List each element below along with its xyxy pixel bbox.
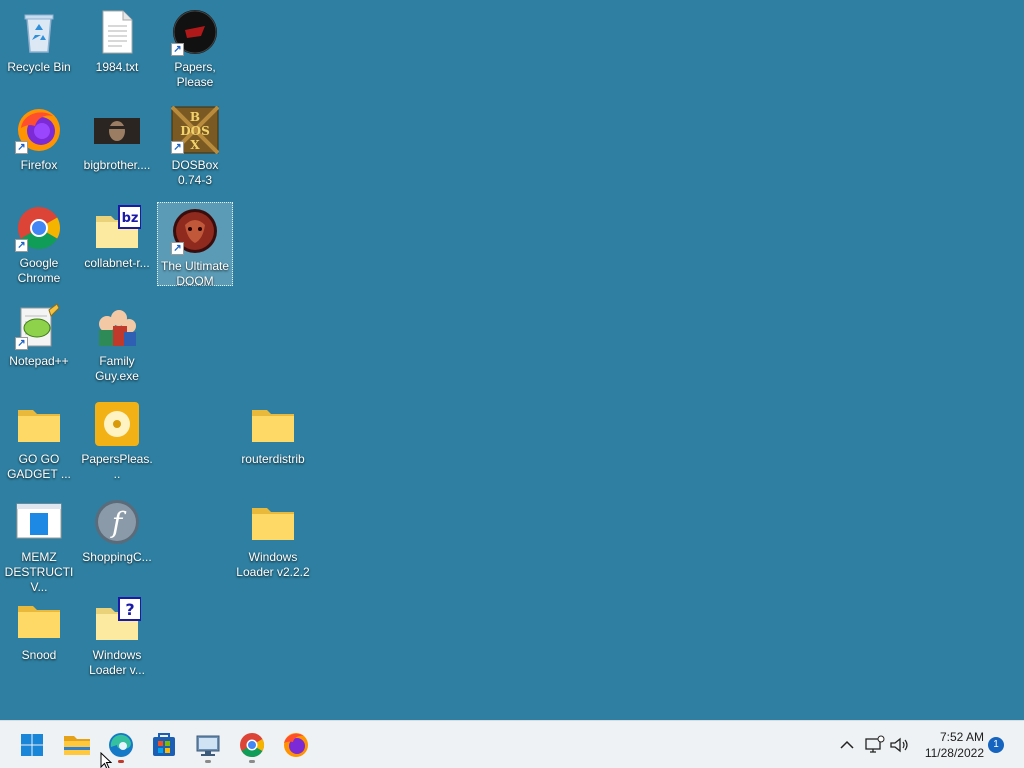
firefox-icon	[284, 733, 308, 757]
help-folder-icon: ?	[93, 596, 142, 644]
clock-date: 11/28/2022	[924, 746, 984, 760]
icon-label: Notepad++	[9, 354, 69, 368]
svg-text:DOS: DOS	[180, 124, 210, 138]
show-hidden-icons-button[interactable]	[836, 733, 858, 757]
papers-please-icon: ↗	[171, 8, 219, 56]
start-button[interactable]	[14, 727, 50, 763]
file-explorer-icon	[64, 736, 90, 755]
running-indicator	[205, 760, 211, 763]
notepadpp-icon: ↗	[15, 302, 63, 350]
memz-shortcut[interactable]: MEMZ DESTRUCTIV...	[1, 494, 77, 594]
network-button[interactable]	[863, 733, 885, 757]
papersplease-disc-image[interactable]: PapersPleas...	[79, 396, 155, 481]
chrome-icon: ↗	[15, 204, 63, 252]
windows-loader-folder-2[interactable]: ? Windows Loader v...	[79, 592, 155, 677]
collabnet-folder[interactable]: bz collabnet-r...	[79, 200, 155, 284]
chrome-shortcut[interactable]: ↗ Google Chrome	[1, 200, 77, 285]
bigbrother-image-file[interactable]: bigbrother....	[79, 102, 155, 186]
icon-label: MEMZ DESTRUCTIV...	[4, 550, 74, 594]
microsoft-store-button[interactable]	[146, 727, 182, 763]
svg-text:X: X	[190, 138, 200, 152]
notification-badge[interactable]: 1	[988, 737, 1004, 753]
svg-text:B: B	[190, 110, 200, 124]
family-guy-exe[interactable]: Family Guy.exe	[79, 298, 155, 383]
notepadpp-shortcut[interactable]: ↗ Notepad++	[1, 298, 77, 382]
mouse-cursor-icon	[100, 752, 112, 768]
windows-start-icon	[21, 734, 43, 756]
taskbar: 7:52 AM 11/28/2022 1	[0, 720, 1024, 768]
folder-icon	[249, 400, 297, 448]
ultimate-doom-shortcut[interactable]: ↗ The Ultimate DOOM	[157, 202, 233, 288]
family-guy-icon	[93, 302, 141, 350]
icon-label: Firefox	[20, 158, 58, 172]
running-indicator	[118, 760, 124, 763]
running-indicator	[249, 760, 255, 763]
icon-label: DOSBox 0.74-3	[171, 158, 219, 187]
papers-please-shortcut[interactable]: ↗ Papers, Please	[157, 4, 233, 89]
file-explorer-button[interactable]	[59, 727, 95, 763]
dosbox-icon: B DOS X ↗	[170, 105, 220, 155]
icon-label: Recycle Bin	[7, 60, 71, 74]
network-icon	[865, 735, 885, 753]
remote-desktop-icon	[196, 735, 220, 756]
icon-label: ShoppingC...	[82, 550, 152, 564]
icon-label: Papers, Please	[174, 60, 216, 89]
archive-folder-icon: bz	[93, 204, 142, 252]
folder-icon	[15, 400, 63, 448]
folder-icon	[15, 596, 63, 644]
icon-label: Windows Loader v2.2.2	[236, 550, 310, 579]
firefox-icon: ↗	[15, 106, 63, 154]
clock-time: 7:52 AM	[939, 730, 984, 744]
svg-text:bz: bz	[122, 211, 139, 226]
shopping-flash-file[interactable]: f ShoppingC...	[79, 494, 155, 578]
executable-icon	[15, 498, 63, 546]
icon-label: Snood	[21, 648, 57, 662]
icon-label: Family Guy.exe	[95, 354, 139, 383]
svg-text:?: ?	[125, 600, 134, 619]
dosbox-shortcut[interactable]: B DOS X ↗ DOSBox 0.74-3	[157, 102, 233, 187]
icon-label: PapersPleas...	[81, 452, 153, 481]
icon-label: 1984.txt	[95, 60, 139, 74]
chevron-up-icon	[840, 740, 854, 749]
icon-label: bigbrother....	[83, 158, 151, 172]
volume-button[interactable]	[888, 733, 910, 757]
text-file-icon	[93, 8, 141, 56]
recycle-bin-icon	[15, 8, 63, 56]
windows-loader-folder[interactable]: Windows Loader v2.2.2	[235, 494, 311, 579]
chrome-icon	[240, 733, 265, 758]
clock[interactable]: 7:52 AM 11/28/2022	[918, 729, 984, 761]
icon-label: The Ultimate DOOM	[160, 259, 230, 288]
go-go-gadget-folder[interactable]: GO GO GADGET ...	[1, 396, 77, 481]
disc-image-icon	[93, 400, 141, 448]
routerdistrib-folder[interactable]: routerdistrib	[235, 396, 311, 480]
speaker-icon	[890, 737, 908, 753]
icon-label: Google Chrome	[17, 256, 61, 285]
desktop[interactable]: Recycle Bin ↗ Firefox ↗ Google Chrome ↗ …	[0, 0, 1024, 720]
snood-folder[interactable]: Snood	[1, 592, 77, 676]
store-icon	[153, 733, 175, 756]
1984-txt-file[interactable]: 1984.txt	[79, 4, 155, 88]
remote-desktop-button[interactable]	[190, 727, 226, 763]
firefox-shortcut[interactable]: ↗ Firefox	[1, 102, 77, 186]
icon-label: collabnet-r...	[84, 256, 150, 270]
icon-label: GO GO GADGET ...	[7, 452, 71, 481]
icon-label: Windows Loader v...	[89, 648, 145, 677]
recycle-bin-shortcut[interactable]: Recycle Bin	[1, 4, 77, 88]
flash-icon: f	[93, 498, 141, 546]
doom-icon: ↗	[171, 207, 219, 255]
firefox-taskbar-button[interactable]	[278, 727, 314, 763]
folder-icon	[249, 498, 297, 546]
icon-label: routerdistrib	[241, 452, 305, 466]
image-file-icon	[93, 106, 141, 154]
chrome-taskbar-button[interactable]	[234, 727, 270, 763]
